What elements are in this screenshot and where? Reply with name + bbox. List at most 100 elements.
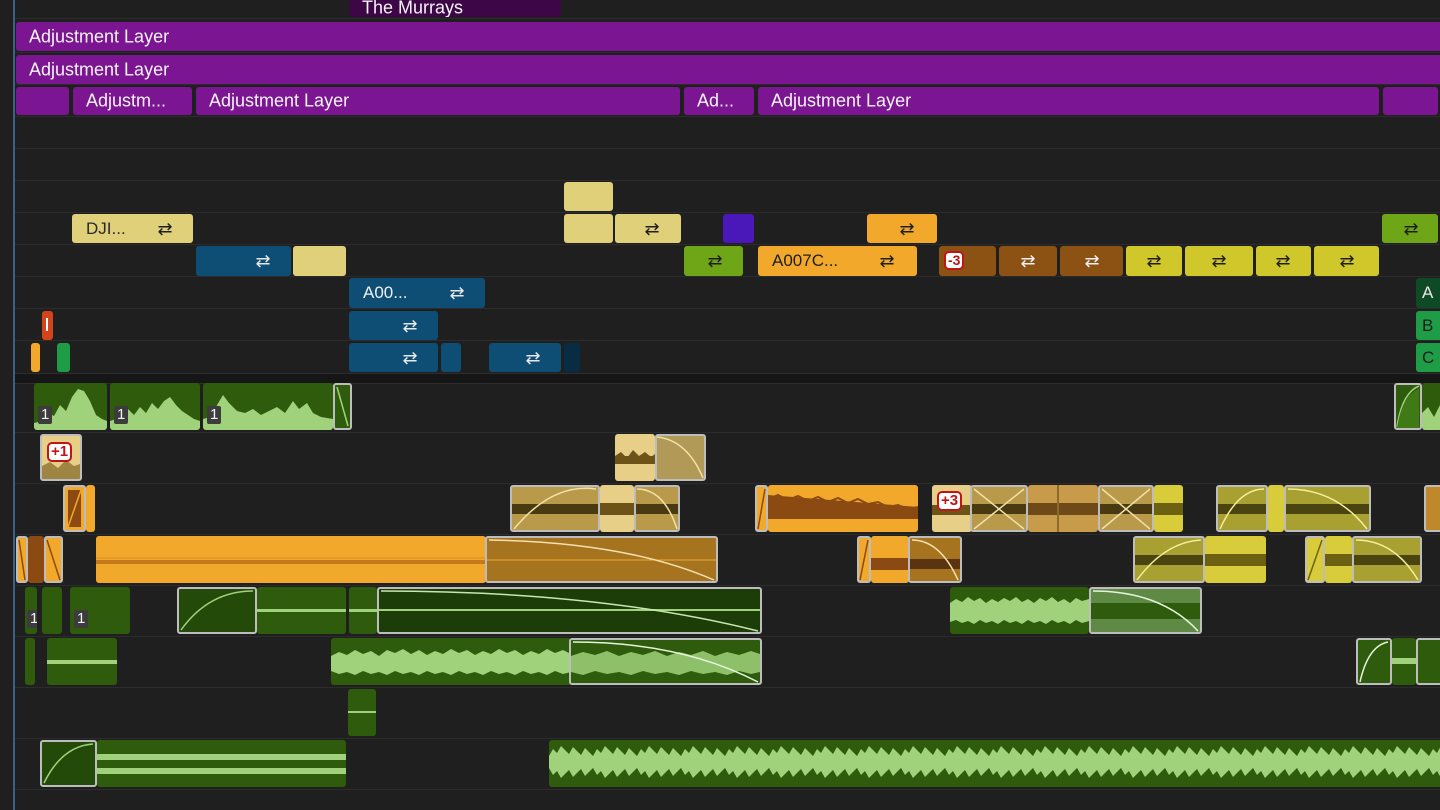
audio-transition[interactable] <box>1424 485 1440 532</box>
video-clip[interactable]: A <box>1416 278 1440 308</box>
audio-transition[interactable] <box>569 638 762 685</box>
video-clip[interactable] <box>564 214 613 243</box>
audio-clip[interactable] <box>86 485 95 532</box>
audio-clip[interactable] <box>349 587 377 634</box>
audio-clip[interactable] <box>1325 536 1352 583</box>
audio-transition[interactable] <box>40 740 97 787</box>
track-divider <box>15 244 1440 245</box>
audio-transition[interactable] <box>1305 536 1325 583</box>
adjustment-layer-clip[interactable]: Adjustment Layer <box>196 87 680 115</box>
video-clip[interactable] <box>441 343 461 372</box>
video-clip[interactable]: ⇄ <box>489 343 561 372</box>
video-clip[interactable]: ⇄ <box>1185 246 1253 276</box>
video-clip[interactable]: ⇄ <box>999 246 1057 276</box>
audio-clip[interactable]: 1 <box>25 587 37 634</box>
audio-clip[interactable]: 1 <box>70 587 130 634</box>
audio-clip[interactable] <box>25 638 35 685</box>
video-clip[interactable]: ⇄ <box>867 214 937 243</box>
audio-transition[interactable] <box>377 587 762 634</box>
video-clip[interactable] <box>31 343 40 372</box>
audio-transition[interactable] <box>634 485 680 532</box>
audio-transition[interactable] <box>1284 485 1371 532</box>
title-clip[interactable]: The Murrays <box>349 0 561 17</box>
video-clip-a007c[interactable]: A007C... ⇄ <box>758 246 917 276</box>
audio-clip[interactable] <box>871 536 909 583</box>
audio-clip[interactable]: +3 <box>932 485 972 532</box>
audio-transition[interactable] <box>655 434 706 481</box>
adjustment-layer-clip[interactable]: Adjustment Layer <box>16 22 1440 51</box>
video-clip-dji[interactable]: DJI... ⇄ <box>72 214 193 243</box>
adjustment-layer-clip[interactable] <box>16 87 69 115</box>
adjustment-layer-clip[interactable] <box>1383 87 1438 115</box>
video-clip[interactable]: ⇄ <box>684 246 743 276</box>
audio-clip[interactable]: 1 <box>110 383 200 430</box>
audio-transition[interactable] <box>1098 485 1154 532</box>
video-clip[interactable] <box>564 182 613 211</box>
video-clip[interactable]: ⇄ <box>349 343 438 372</box>
audio-transition[interactable] <box>908 536 962 583</box>
timeline-panel[interactable]: The Murrays Adjustment Layer Adjustment … <box>0 0 1440 810</box>
audio-transition[interactable] <box>1089 587 1202 634</box>
audio-transition[interactable] <box>177 587 257 634</box>
video-clip[interactable]: ⇄ <box>1060 246 1123 276</box>
adjustment-layer-clip[interactable]: Adjustm... <box>73 87 192 115</box>
video-clip[interactable] <box>723 214 754 243</box>
audio-clip[interactable] <box>950 587 1089 634</box>
audio-clip[interactable] <box>348 689 376 736</box>
audio-transition[interactable] <box>1133 536 1205 583</box>
video-clip[interactable] <box>564 343 580 372</box>
audio-transition[interactable] <box>1356 638 1392 685</box>
audio-clip[interactable] <box>1028 485 1098 532</box>
video-clip[interactable]: ⇄ <box>349 311 438 340</box>
audio-transition[interactable] <box>510 485 600 532</box>
audio-clip[interactable] <box>1268 485 1284 532</box>
audio-clip[interactable] <box>47 638 117 685</box>
audio-clip[interactable] <box>600 485 634 532</box>
video-clip-a00[interactable]: A00... ⇄ <box>349 278 485 308</box>
video-clip[interactable]: B <box>1416 311 1440 340</box>
adjustment-layer-clip[interactable]: Adjustment Layer <box>16 55 1440 84</box>
audio-transition[interactable] <box>857 536 871 583</box>
video-clip[interactable]: ⇄ <box>615 214 681 243</box>
audio-transition[interactable] <box>44 536 63 583</box>
audio-clip[interactable]: 1 <box>203 383 333 430</box>
audio-clip[interactable] <box>257 587 346 634</box>
video-clip[interactable]: ⇄ <box>196 246 291 276</box>
adjustment-layer-clip[interactable]: Ad... <box>684 87 754 115</box>
audio-transition[interactable] <box>970 485 1028 532</box>
audio-clip[interactable] <box>615 434 655 481</box>
audio-transition[interactable] <box>63 485 86 532</box>
audio-transition[interactable] <box>1216 485 1268 532</box>
audio-clip[interactable]: +1 <box>40 434 82 481</box>
audio-clip[interactable] <box>331 638 571 685</box>
audio-transition[interactable] <box>333 383 352 430</box>
video-clip[interactable]: -3 <box>939 246 996 276</box>
audio-transition[interactable] <box>755 485 768 532</box>
audio-clip[interactable] <box>1392 638 1416 685</box>
audio-clip[interactable] <box>96 536 486 583</box>
audio-transition[interactable] <box>16 536 28 583</box>
audio-clip[interactable] <box>1154 485 1183 532</box>
audio-clip[interactable] <box>97 740 346 787</box>
audio-clip[interactable] <box>1422 383 1440 430</box>
video-clip[interactable]: ⇄ <box>1126 246 1182 276</box>
video-clip[interactable] <box>42 311 53 340</box>
audio-clip[interactable] <box>1205 536 1266 583</box>
adjustment-layer-clip[interactable]: Adjustment Layer <box>758 87 1379 115</box>
playhead[interactable] <box>13 0 15 810</box>
audio-clip[interactable] <box>768 485 918 532</box>
audio-transition[interactable] <box>485 536 718 583</box>
video-clip[interactable]: ⇄ <box>1314 246 1379 276</box>
audio-transition[interactable] <box>1394 383 1422 430</box>
audio-clip[interactable]: 1 <box>34 383 107 430</box>
audio-clip[interactable] <box>28 536 44 583</box>
video-clip[interactable]: C <box>1416 343 1440 372</box>
audio-transition[interactable] <box>1416 638 1440 685</box>
video-clip[interactable]: ⇄ <box>1382 214 1438 243</box>
audio-transition[interactable] <box>1352 536 1422 583</box>
video-clip[interactable] <box>293 246 346 276</box>
audio-clip[interactable] <box>42 587 62 634</box>
video-clip[interactable]: ⇄ <box>1256 246 1311 276</box>
video-clip[interactable] <box>57 343 70 372</box>
audio-clip[interactable] <box>549 740 1440 787</box>
